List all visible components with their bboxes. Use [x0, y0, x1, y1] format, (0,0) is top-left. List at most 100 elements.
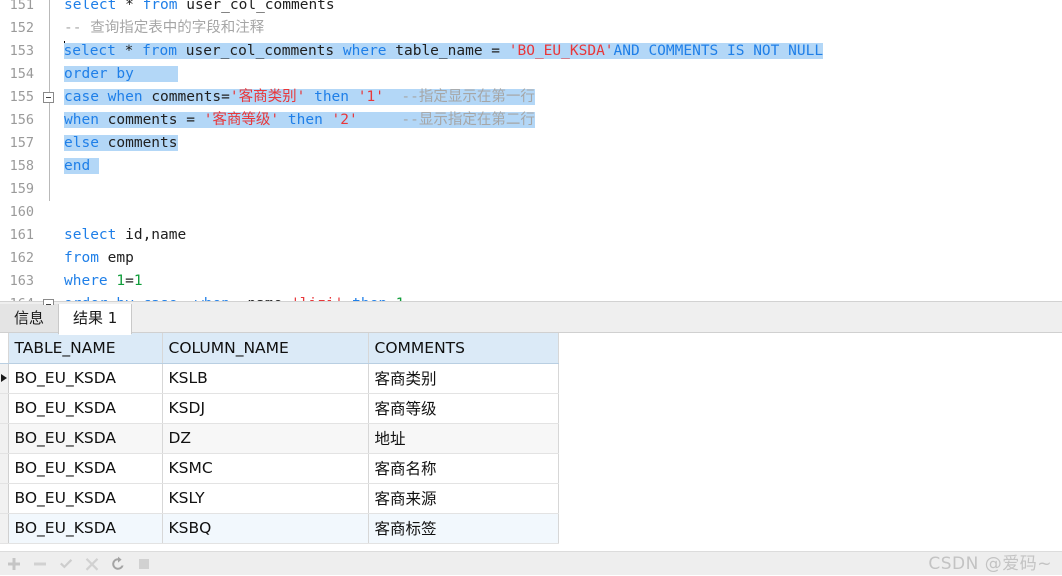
table-row[interactable]: BO_EU_KSDA KSBQ 客商标签 [0, 513, 559, 544]
code-token: * [125, 0, 143, 13]
table-cell[interactable]: BO_EU_KSDA [8, 483, 163, 514]
cancel-icon[interactable] [84, 556, 100, 572]
result-grid[interactable]: TABLE_NAME COLUMN_NAME COMMENTS BO_EU_KS… [0, 333, 559, 544]
result-grid-body[interactable]: BO_EU_KSDA KSLB 客商类别 BO_EU_KSDA KSDJ 客商等级 BO_E… [0, 363, 559, 544]
code-token: comments= [151, 89, 230, 105]
commit-icon[interactable] [58, 556, 74, 572]
code-text[interactable]: case when comments='客商类别' then '1' --指定显… [60, 86, 1062, 109]
table-cell[interactable]: BO_EU_KSDA [8, 453, 163, 484]
code-line[interactable]: 151 select * from user_col_comments [0, 0, 1062, 17]
code-line[interactable]: 155 case when comments='客商类别' then '1' --… [0, 86, 1062, 109]
table-cell[interactable]: 客商类别 [368, 363, 559, 394]
table-cell[interactable]: KSLY [162, 483, 369, 514]
stop-icon[interactable] [136, 556, 152, 572]
table-cell[interactable]: 客商标签 [368, 513, 559, 544]
fold-column [40, 247, 60, 270]
fold-column [40, 155, 60, 178]
table-cell[interactable]: BO_EU_KSDA [8, 423, 163, 454]
table-cell[interactable]: BO_EU_KSDA [8, 513, 163, 544]
code-token: where [64, 273, 117, 289]
code-text[interactable]: order by [60, 63, 1062, 86]
table-cell[interactable]: DZ [162, 423, 369, 454]
code-line[interactable]: 154 order by [0, 63, 1062, 86]
code-line[interactable]: 159 [0, 178, 1062, 201]
column-header-table-name[interactable]: TABLE_NAME [8, 333, 163, 364]
table-row[interactable]: BO_EU_KSDA DZ 地址 [0, 423, 559, 454]
line-number: 162 [0, 247, 40, 270]
code-token: '客商等级' [203, 112, 280, 128]
code-token: else [64, 135, 108, 151]
tab-result-1-label: 结果 1 [73, 309, 118, 327]
table-cell[interactable]: 客商来源 [368, 483, 559, 514]
column-header-column-name[interactable]: COLUMN_NAME [162, 333, 369, 364]
code-text[interactable]: from emp [60, 247, 1062, 270]
tab-result-1[interactable]: 结果 1 [58, 304, 133, 335]
code-token: user_col_comments [185, 43, 343, 59]
sql-editor[interactable]: 151 select * from user_col_comments 152 -- … [0, 0, 1062, 305]
result-grid-header: TABLE_NAME COLUMN_NAME COMMENTS [0, 333, 559, 364]
row-indicator[interactable] [0, 483, 9, 514]
code-token: select [64, 227, 126, 243]
table-row[interactable]: BO_EU_KSDA KSDJ 客商等级 [0, 393, 559, 424]
delete-row-icon[interactable] [32, 556, 48, 572]
table-cell[interactable]: BO_EU_KSDA [8, 393, 163, 424]
result-grid-container[interactable]: TABLE_NAME COLUMN_NAME COMMENTS BO_EU_KS… [0, 333, 1062, 551]
fold-toggle-icon[interactable] [43, 92, 54, 103]
code-line[interactable]: 153 select * from user_col_comments where… [0, 40, 1062, 63]
code-text[interactable]: select * from user_col_comments [60, 0, 1062, 17]
code-area[interactable]: 151 select * from user_col_comments 152 -- … [0, 0, 1062, 305]
line-number: 155 [0, 86, 40, 109]
refresh-icon[interactable] [110, 556, 126, 572]
code-token: where [342, 43, 396, 59]
table-cell[interactable]: 客商名称 [368, 453, 559, 484]
code-text[interactable]: end [60, 155, 1062, 178]
code-text[interactable]: else comments [60, 132, 1062, 155]
table-cell[interactable]: KSLB [162, 363, 369, 394]
table-row[interactable]: BO_EU_KSDA KSLY 客商来源 [0, 483, 559, 514]
code-line[interactable]: 162 from emp [0, 247, 1062, 270]
code-line[interactable]: 158 end [0, 155, 1062, 178]
table-cell[interactable]: KSMC [162, 453, 369, 484]
code-token: -- 查询指定表中的字段和注释 [64, 20, 265, 36]
row-indicator[interactable] [0, 453, 9, 484]
code-line[interactable]: 160 [0, 201, 1062, 224]
table-row[interactable]: BO_EU_KSDA KSMC 客商名称 [0, 453, 559, 484]
grid-bottom-toolbar: CSDN @爱码~ [0, 551, 1062, 575]
code-token: 1 [133, 273, 143, 289]
line-number: 154 [0, 63, 40, 86]
row-indicator[interactable] [0, 513, 9, 544]
code-line[interactable]: 163 where 1=1 [0, 270, 1062, 293]
grid-tools [6, 552, 152, 576]
column-header-comments[interactable]: COMMENTS [368, 333, 559, 364]
tab-info[interactable]: 信息 [0, 304, 60, 334]
code-text[interactable]: where 1=1 [60, 270, 1062, 293]
code-line[interactable]: 157 else comments [0, 132, 1062, 155]
fold-column [40, 17, 60, 40]
code-line[interactable]: 156 when comments = '客商等级' then '2' --显示指… [0, 109, 1062, 132]
code-text[interactable] [60, 178, 1062, 201]
table-cell[interactable]: 客商等级 [368, 393, 559, 424]
table-cell[interactable]: KSBQ [162, 513, 369, 544]
row-indicator[interactable] [0, 423, 9, 454]
code-token: '1' [357, 89, 384, 105]
code-text[interactable]: select * from user_col_comments where ta… [60, 40, 1062, 63]
code-text[interactable]: when comments = '客商等级' then '2' --显示指定在第… [60, 109, 1062, 132]
code-token: from [142, 0, 187, 13]
code-token: from [64, 250, 108, 266]
code-text[interactable]: -- 查询指定表中的字段和注释 [60, 17, 1062, 40]
table-cell[interactable]: KSDJ [162, 393, 369, 424]
code-line[interactable]: 152 -- 查询指定表中的字段和注释 [0, 17, 1062, 40]
add-row-icon[interactable] [6, 556, 22, 572]
code-line[interactable]: 161 select id,name [0, 224, 1062, 247]
fold-column [40, 178, 60, 201]
code-token: 1 [116, 273, 126, 289]
fold-toggle-icon[interactable] [43, 299, 54, 305]
table-cell[interactable]: 地址 [368, 423, 559, 454]
fold-column [40, 132, 60, 155]
table-cell[interactable]: BO_EU_KSDA [8, 363, 163, 394]
code-text[interactable]: select id,name [60, 224, 1062, 247]
row-current-indicator-icon[interactable] [0, 363, 9, 394]
table-row[interactable]: BO_EU_KSDA KSLB 客商类别 [0, 363, 559, 394]
row-indicator[interactable] [0, 393, 9, 424]
code-text[interactable] [60, 201, 1062, 224]
